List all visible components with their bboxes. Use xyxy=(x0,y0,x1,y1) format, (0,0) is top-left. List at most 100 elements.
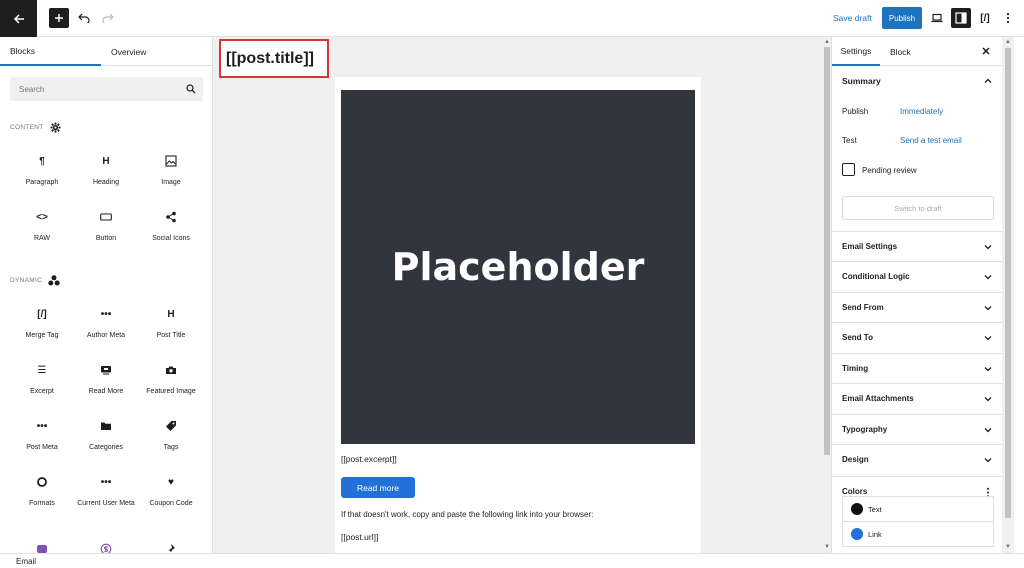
heading-icon: H xyxy=(102,155,110,167)
section-email-attachments[interactable]: Email Attachments xyxy=(832,383,1002,413)
block-label: Excerpt xyxy=(30,388,54,395)
block-paragraph[interactable]: ¶ Paragraph xyxy=(10,154,74,187)
featured-image-placeholder[interactable]: Placeholder xyxy=(341,90,695,444)
block-inserter-panel: Blocks Overview CONTENT ¶ Paragraph H He… xyxy=(0,37,213,553)
block-label: Author Meta xyxy=(86,332,126,339)
test-label: Test xyxy=(842,136,857,145)
image-icon xyxy=(165,155,177,167)
block-author-meta[interactable]: ••• Author Meta xyxy=(74,307,138,340)
circle-icon xyxy=(37,477,47,487)
vertical-ellipsis-icon xyxy=(1006,12,1010,24)
back-button[interactable] xyxy=(0,0,37,37)
more-options-button[interactable] xyxy=(1000,9,1016,27)
switch-to-draft-button[interactable]: Switch to draft xyxy=(842,196,994,220)
ellipsis-icon: ••• xyxy=(100,476,112,488)
undo-button[interactable] xyxy=(75,9,93,27)
block-excerpt[interactable]: ☰ Excerpt xyxy=(10,363,74,396)
block-formats[interactable]: Formats xyxy=(10,475,74,508)
section-design[interactable]: Design xyxy=(832,444,1002,474)
heart-icon: ♥ xyxy=(168,476,174,488)
post-title-block[interactable]: [[post.title]] xyxy=(219,39,329,78)
block-post-title[interactable]: H Post Title xyxy=(139,307,203,340)
settings-tabs: Settings Block xyxy=(832,37,1002,66)
send-test-email-link[interactable]: Send a test email xyxy=(900,136,962,145)
block-search-input[interactable] xyxy=(10,77,203,101)
button-icon xyxy=(100,213,112,221)
read-more-button[interactable]: Read more xyxy=(341,477,415,498)
section-title: Email Attachments xyxy=(842,394,914,403)
email-editor: Save draft Publish [/] Blocks Overview C… xyxy=(0,0,1024,568)
block-partial-2[interactable] xyxy=(74,542,138,553)
block-label: Heading xyxy=(92,179,120,186)
scroll-down-arrow-icon[interactable]: ▼ xyxy=(823,544,831,550)
close-icon xyxy=(982,47,990,55)
publish-label: Publish xyxy=(842,107,869,116)
email-body: Placeholder [[post.excerpt]] Read more I… xyxy=(335,77,701,553)
section-conditional-logic[interactable]: Conditional Logic xyxy=(832,261,1002,291)
block-categories[interactable]: Categories xyxy=(74,419,138,452)
publish-button[interactable]: Publish xyxy=(882,7,922,29)
settings-scrollbar[interactable]: ▲ ▼ xyxy=(1002,37,1014,553)
color-swatch xyxy=(851,503,863,515)
redo-button[interactable] xyxy=(99,9,117,27)
scroll-up-arrow-icon[interactable]: ▲ xyxy=(1004,39,1012,45)
block-merge-tag[interactable]: [/] Merge Tag xyxy=(10,307,74,340)
scroll-down-arrow-icon[interactable]: ▼ xyxy=(1004,544,1012,550)
gear-icon xyxy=(49,122,61,133)
preview-button[interactable] xyxy=(928,9,946,27)
woo-icon xyxy=(37,545,47,553)
chevron-down-icon xyxy=(984,336,992,341)
search-icon xyxy=(186,84,196,94)
block-label: Paragraph xyxy=(25,179,59,186)
block-social-icons[interactable]: Social Icons xyxy=(139,210,203,243)
publish-date-link[interactable]: Immediately xyxy=(900,107,943,116)
pin-icon xyxy=(168,544,175,553)
ellipsis-icon: ••• xyxy=(36,420,48,432)
color-text[interactable]: Text xyxy=(843,497,993,522)
inserter-tabs: Blocks Overview xyxy=(0,37,212,66)
block-read-more[interactable]: Read More xyxy=(74,363,138,396)
block-partial-1[interactable] xyxy=(10,542,74,553)
chevron-up-icon xyxy=(984,78,992,83)
block-coupon-code[interactable]: ♥ Coupon Code xyxy=(139,475,203,508)
section-timing[interactable]: Timing xyxy=(832,353,1002,383)
block-tags[interactable]: Tags xyxy=(139,419,203,452)
summary-section-header[interactable]: Summary xyxy=(832,66,1002,96)
breadcrumb-bar: Email xyxy=(0,553,1024,568)
heading-icon: H xyxy=(167,308,175,320)
block-button[interactable]: Button xyxy=(74,210,138,243)
fallback-link-text[interactable]: If that doesn't work, copy and paste the… xyxy=(341,510,593,519)
save-draft-button[interactable]: Save draft xyxy=(833,13,872,23)
chevron-down-icon xyxy=(984,306,992,311)
tab-settings[interactable]: Settings xyxy=(832,37,880,66)
section-send-to[interactable]: Send To xyxy=(832,322,1002,352)
add-block-button[interactable] xyxy=(49,8,69,28)
block-raw[interactable]: <> RAW xyxy=(10,210,74,243)
block-current-user-meta[interactable]: ••• Current User Meta xyxy=(74,475,138,508)
tab-block[interactable]: Block xyxy=(890,37,911,66)
pending-review-checkbox[interactable] xyxy=(842,163,855,176)
settings-scroll-thumb[interactable] xyxy=(1005,48,1011,518)
block-image[interactable]: Image xyxy=(139,154,203,187)
block-heading[interactable]: H Heading xyxy=(74,154,138,187)
block-partial-3[interactable] xyxy=(139,542,203,553)
close-settings-button[interactable] xyxy=(980,45,992,57)
tab-blocks[interactable]: Blocks xyxy=(0,37,101,66)
merge-tag-button[interactable]: [/] xyxy=(976,9,994,27)
scroll-up-arrow-icon[interactable]: ▲ xyxy=(823,39,831,45)
canvas-scroll-thumb[interactable] xyxy=(824,47,830,455)
tab-overview[interactable]: Overview xyxy=(101,37,212,66)
color-link[interactable]: Link xyxy=(843,522,993,547)
section-email-settings[interactable]: Email Settings xyxy=(832,231,1002,261)
settings-toggle-button[interactable] xyxy=(951,8,971,28)
block-post-meta[interactable]: ••• Post Meta xyxy=(10,419,74,452)
block-featured-image[interactable]: Featured Image xyxy=(139,363,203,396)
block-label: Post Title xyxy=(156,332,186,339)
sidebar-icon xyxy=(955,12,967,24)
breadcrumb-email[interactable]: Email xyxy=(16,557,36,566)
canvas-scrollbar[interactable]: ▲ ▼ xyxy=(822,37,832,553)
section-send-from[interactable]: Send From xyxy=(832,292,1002,322)
post-excerpt-block[interactable]: [[post.excerpt]] xyxy=(341,454,397,464)
post-url-block[interactable]: [[post.url]] xyxy=(341,532,378,542)
section-typography[interactable]: Typography xyxy=(832,414,1002,444)
